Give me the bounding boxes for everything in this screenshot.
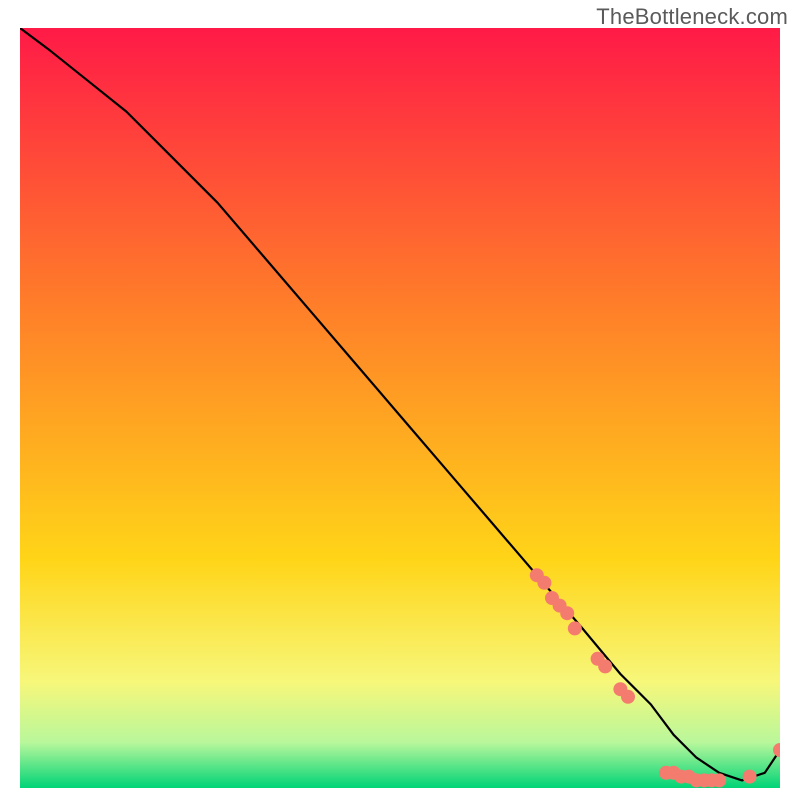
data-point-marker <box>743 770 757 784</box>
gradient-background <box>20 28 780 788</box>
watermark-text: TheBottleneck.com <box>596 4 788 30</box>
chart-svg <box>20 28 780 788</box>
data-point-marker <box>712 773 726 787</box>
data-point-marker <box>621 690 635 704</box>
chart-stage: TheBottleneck.com <box>0 0 800 800</box>
data-point-marker <box>568 621 582 635</box>
data-point-marker <box>537 576 551 590</box>
plot-area <box>20 28 780 788</box>
data-point-marker <box>560 606 574 620</box>
data-point-marker <box>598 659 612 673</box>
